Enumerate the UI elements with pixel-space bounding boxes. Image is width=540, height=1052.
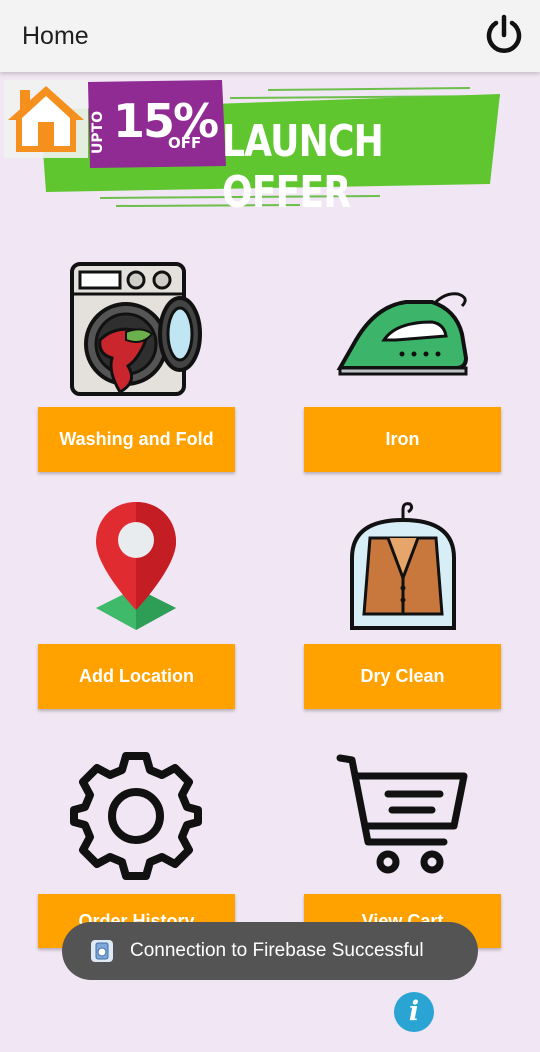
washing-and-fold-button[interactable]: Washing and Fold	[38, 407, 235, 472]
launch-offer-banner[interactable]: UPTO 15% OFF LAUNCH OFFER	[0, 74, 540, 218]
page-title: Home	[22, 22, 89, 50]
toast-text: Connection to Firebase Successful	[130, 940, 424, 961]
gear-icon	[70, 752, 202, 880]
suit-icon	[350, 502, 456, 630]
banner-off: OFF	[168, 134, 202, 152]
info-symbol: i	[408, 996, 420, 1027]
power-icon[interactable]	[482, 14, 526, 58]
banner-headline: LAUNCH OFFER	[222, 116, 384, 218]
iron-button[interactable]: Iron	[304, 407, 501, 472]
add-location-button[interactable]: Add Location	[38, 644, 235, 709]
toast-message: Connection to Firebase Successful	[62, 922, 478, 980]
banner-upto: UPTO	[90, 110, 106, 154]
dry-clean-button[interactable]: Dry Clean	[304, 644, 501, 709]
info-icon[interactable]: i	[394, 992, 434, 1032]
home-icon	[8, 86, 84, 152]
banner-percent: 15%	[113, 94, 219, 148]
iron-icon	[336, 292, 469, 376]
app-icon	[91, 940, 113, 962]
app-bar: Home	[0, 0, 540, 72]
washing-machine-icon	[70, 262, 202, 396]
location-pin-icon	[96, 502, 176, 630]
cart-icon	[336, 754, 468, 874]
